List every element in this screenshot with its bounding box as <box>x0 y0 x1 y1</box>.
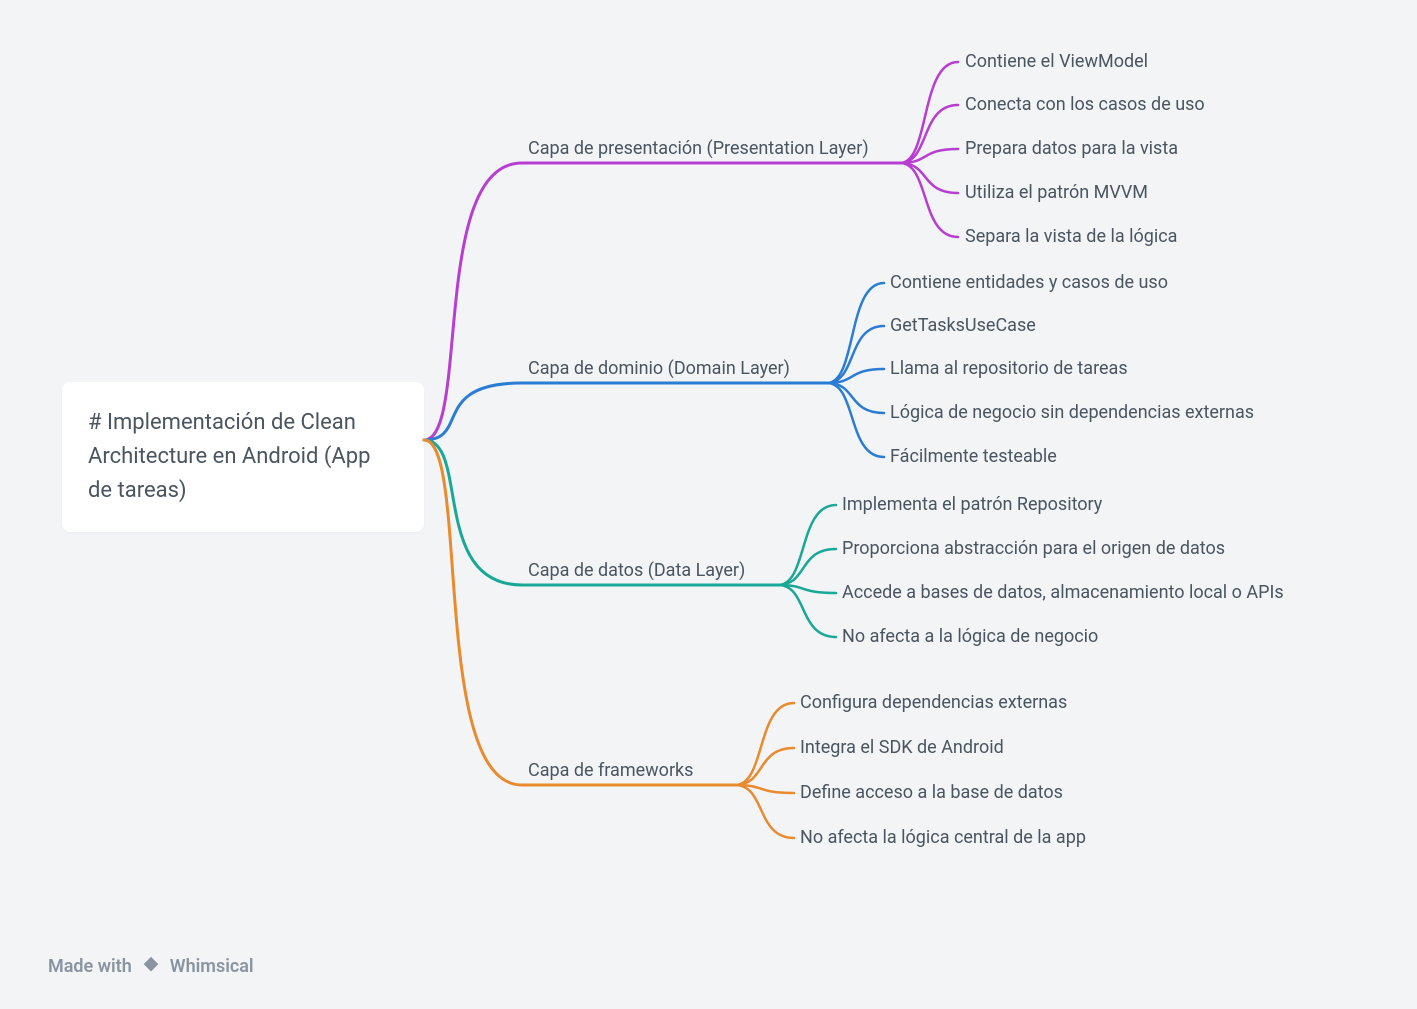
leaf-text: Separa la vista de la lógica <box>965 226 1177 247</box>
leaf-frameworks-2[interactable]: Define acceso a la base de datos <box>800 782 1063 803</box>
leaf-domain-4[interactable]: Fácilmente testeable <box>890 446 1057 467</box>
leaf-text: Conecta con los casos de uso <box>965 94 1205 115</box>
leaf-domain-0[interactable]: Contiene entidades y casos de uso <box>890 272 1168 293</box>
leaf-frameworks-3[interactable]: No afecta la lógica central de la app <box>800 827 1086 848</box>
leaf-data-0[interactable]: Implementa el patrón Repository <box>842 494 1102 515</box>
leaf-domain-2[interactable]: Llama al repositorio de tareas <box>890 358 1128 379</box>
leaf-text: Implementa el patrón Repository <box>842 494 1102 515</box>
footer-made-with: Made with <box>48 956 132 977</box>
whimsical-logo-icon <box>140 955 162 977</box>
leaf-text: GetTasksUseCase <box>890 315 1036 336</box>
leaf-text: Fácilmente testeable <box>890 446 1057 467</box>
leaf-data-1[interactable]: Proporciona abstracción para el origen d… <box>842 538 1225 559</box>
leaf-text: Llama al repositorio de tareas <box>890 358 1128 379</box>
leaf-text: No afecta a la lógica de negocio <box>842 626 1098 647</box>
leaf-presentation-0[interactable]: Contiene el ViewModel <box>965 51 1148 72</box>
leaf-presentation-3[interactable]: Utiliza el patrón MVVM <box>965 182 1148 203</box>
footer-brand: Whimsical <box>170 956 254 977</box>
leaf-text: Proporciona abstracción para el origen d… <box>842 538 1225 559</box>
leaf-text: Lógica de negocio sin dependencias exter… <box>890 402 1254 423</box>
leaf-frameworks-0[interactable]: Configura dependencias externas <box>800 692 1067 713</box>
footer-attribution: Made with Whimsical <box>48 955 254 977</box>
leaf-presentation-1[interactable]: Conecta con los casos de uso <box>965 94 1205 115</box>
branch-presentation[interactable]: Capa de presentación (Presentation Layer… <box>528 138 869 159</box>
leaf-text: Integra el SDK de Android <box>800 737 1004 758</box>
leaf-text: Accede a bases de datos, almacenamiento … <box>842 582 1284 603</box>
leaf-text: Define acceso a la base de datos <box>800 782 1063 803</box>
branch-data[interactable]: Capa de datos (Data Layer) <box>528 560 745 581</box>
leaf-presentation-2[interactable]: Prepara datos para la vista <box>965 138 1178 159</box>
branch-label: Capa de dominio (Domain Layer) <box>528 358 790 379</box>
branch-label: Capa de frameworks <box>528 760 693 781</box>
leaf-text: Configura dependencias externas <box>800 692 1067 713</box>
leaf-frameworks-1[interactable]: Integra el SDK de Android <box>800 737 1004 758</box>
leaf-data-2[interactable]: Accede a bases de datos, almacenamiento … <box>842 582 1284 603</box>
branch-label: Capa de presentación (Presentation Layer… <box>528 138 869 159</box>
leaf-domain-3[interactable]: Lógica de negocio sin dependencias exter… <box>890 402 1254 423</box>
leaf-text: Utiliza el patrón MVVM <box>965 182 1148 203</box>
branch-domain[interactable]: Capa de dominio (Domain Layer) <box>528 358 790 379</box>
root-node[interactable]: # Implementación de Clean Architecture e… <box>62 382 424 532</box>
leaf-presentation-4[interactable]: Separa la vista de la lógica <box>965 226 1177 247</box>
leaf-text: Prepara datos para la vista <box>965 138 1178 159</box>
leaf-text: No afecta la lógica central de la app <box>800 827 1086 848</box>
branch-frameworks[interactable]: Capa de frameworks <box>528 760 693 781</box>
leaf-domain-1[interactable]: GetTasksUseCase <box>890 315 1036 336</box>
leaf-text: Contiene el ViewModel <box>965 51 1148 72</box>
leaf-data-3[interactable]: No afecta a la lógica de negocio <box>842 626 1098 647</box>
branch-label: Capa de datos (Data Layer) <box>528 560 745 581</box>
leaf-text: Contiene entidades y casos de uso <box>890 272 1168 293</box>
root-title: # Implementación de Clean Architecture e… <box>88 410 370 503</box>
